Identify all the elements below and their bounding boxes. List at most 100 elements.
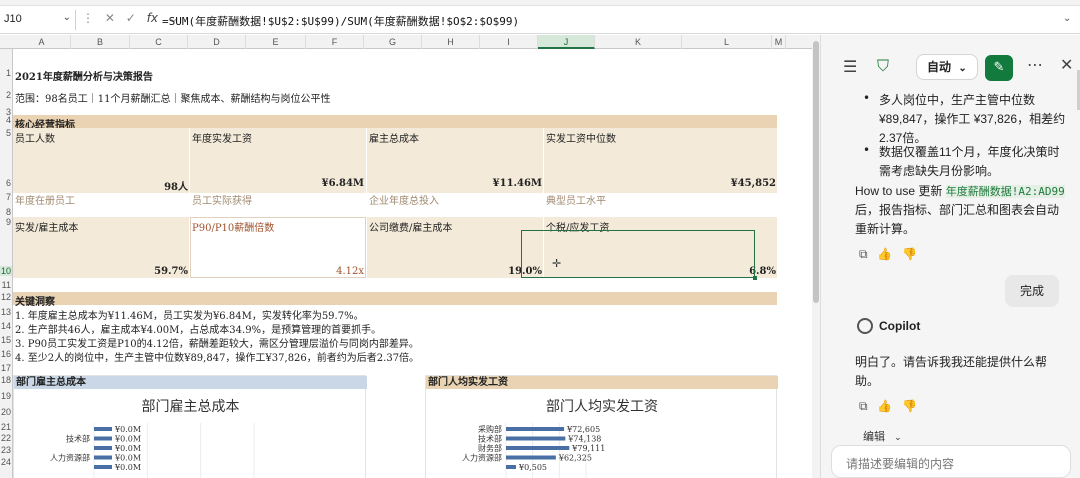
confirm-icon[interactable]: ✓ [126, 11, 136, 25]
bar [94, 427, 112, 431]
kpi-label: 雇主总成本 [369, 134, 419, 145]
row-header-20[interactable]: 20 [0, 407, 12, 417]
row-header-4[interactable]: 4 [0, 115, 12, 125]
category-label: 采购部 [478, 424, 502, 434]
column-header-a[interactable]: A [13, 35, 71, 49]
insight-line[interactable]: 2. 生产部共46人，雇主成本¥4.00M，占总成本34.9%，是预算管理的首要… [15, 321, 381, 336]
more-options-icon[interactable]: ⋮ [82, 11, 94, 25]
row-header-24[interactable]: 24 [0, 457, 12, 467]
formula-input[interactable]: =SUM(年度薪酬数据!$U$2:$U$99)/SUM(年度薪酬数据!$O$2:… [162, 13, 519, 29]
insert-function-icon[interactable]: fx [147, 11, 158, 25]
insight-line[interactable]: 4. 至少2人的岗位中，生产主管中位数¥89,847，操作工¥37,826，前者… [15, 349, 419, 364]
formula-bar: J10 ⌄ ⋮ ✕ ✓ fx ⌄ =SUM(年度薪酬数据!$U$2:$U$99)… [0, 6, 1080, 34]
kpi-value: 98人 [164, 182, 188, 193]
column-header-k[interactable]: K [595, 35, 682, 49]
column-header-c[interactable]: C [130, 35, 188, 49]
copy-icon[interactable]: ⧉ [859, 399, 868, 413]
row-header-18[interactable]: 18 [0, 375, 12, 385]
row-header-21[interactable]: 21 [0, 422, 12, 432]
chart-dept-employer-cost[interactable]: 部门雇主总成本 部门雇主总成本 ¥0.0M ¥0.0M 技术部 ¥0.0M ¥0.0M 人… [13, 375, 367, 478]
data-label: ¥0.0M [114, 435, 141, 444]
edit-mode-dropdown[interactable]: 编辑 ⌄ [863, 428, 902, 444]
row-header-5[interactable]: 5 [0, 128, 12, 138]
thumbs-down-icon[interactable]: 👎 [902, 399, 917, 413]
row-header-10[interactable]: 10 [0, 266, 12, 276]
vertical-scrollbar[interactable] [812, 35, 820, 478]
fill-handle[interactable] [753, 276, 757, 280]
bar [506, 465, 516, 469]
name-box[interactable]: J10 ⌄ [0, 10, 76, 30]
menu-icon[interactable]: ☰ [843, 57, 857, 76]
thumbs-down-icon[interactable]: 👎 [902, 247, 917, 261]
new-chat-button[interactable]: ✎ [985, 55, 1013, 81]
row-header-15[interactable]: 15 [0, 335, 12, 345]
chart-dept-avg-net-pay[interactable]: 部门人均实发工资 部门人均实发工资 ¥72,605 采购部 ¥74,138 技术部 ¥7… [425, 375, 778, 478]
spreadsheet-grid[interactable]: ABCDEFGHIJKLM 1 2 3 4 5 6 7 8 9 10 11 12 13 14 15 16 17 1… [0, 35, 812, 478]
thumbs-up-icon[interactable]: 👍 [877, 247, 892, 261]
row-header-11[interactable]: 11 [0, 280, 12, 290]
column-header-i[interactable]: I [480, 35, 538, 49]
bullet-dot: • [863, 143, 871, 157]
howto-suffix: 后，报告指标、部门汇总和图表会自动重新计算。 [855, 203, 1060, 236]
cancel-icon[interactable]: ✕ [105, 11, 115, 25]
more-options-icon[interactable]: ⋯ [1027, 55, 1043, 74]
expand-formula-icon[interactable]: ⌄ [1063, 13, 1071, 24]
kpi-value: ¥11.46M [492, 178, 542, 189]
done-message-bubble: 完成 [1005, 275, 1059, 307]
insights-section-title[interactable]: 关键洞察 [15, 293, 55, 308]
row-header-2[interactable]: 2 [0, 90, 12, 100]
cursor-cross-icon: ✛ [552, 257, 562, 270]
chevron-down-icon: ⌄ [894, 432, 902, 442]
data-label: ¥0.0M [114, 463, 141, 472]
selected-cell-outline[interactable] [521, 230, 755, 278]
data-range-link[interactable]: 年度薪酬数据!A2:AD99 [945, 185, 1065, 198]
column-header-j[interactable]: J [538, 35, 595, 49]
column-header-h[interactable]: H [422, 35, 480, 49]
row-header-13[interactable]: 13 [0, 307, 12, 317]
row-header-14[interactable]: 14 [0, 321, 12, 331]
shield-check-icon[interactable]: ⛉ [877, 56, 889, 76]
row-header-16[interactable]: 16 [0, 349, 12, 359]
data-label: ¥79,111 [571, 444, 605, 453]
copy-icon[interactable]: ⧉ [859, 247, 868, 261]
row-header-8[interactable]: 8 [0, 207, 12, 217]
report-scope[interactable]: 范围：98名员工｜11个月薪酬汇总｜聚焦成本、薪酬结构与岗位公平性 [15, 90, 330, 105]
column-header-b[interactable]: B [71, 35, 130, 49]
scrollbar-thumb[interactable] [813, 41, 819, 303]
row-header-6[interactable]: 6 [0, 178, 12, 188]
data-label: ¥0.0M [114, 444, 141, 453]
row-header-23[interactable]: 23 [0, 445, 12, 455]
kpi-sub: 员工实际获得 [192, 196, 252, 207]
column-header-g[interactable]: G [364, 35, 422, 49]
data-label: ¥74,138 [567, 435, 601, 444]
column-header-bar: ABCDEFGHIJKLM [0, 35, 812, 49]
category-label: 技术部 [478, 434, 502, 444]
insights-section-bar [13, 292, 777, 305]
row-header-17[interactable]: 17 [0, 363, 12, 373]
insight-line[interactable]: 1. 年度雇主总成本为¥11.46M，员工实发为¥6.84M，实发转化率为59.… [15, 307, 364, 322]
column-header-e[interactable]: E [246, 35, 306, 49]
kpi-label: P90/P10薪酬倍数 [192, 223, 275, 234]
chevron-down-icon[interactable]: ⌄ [63, 12, 71, 23]
row-header-12[interactable]: 12 [0, 292, 12, 302]
insight-line[interactable]: 3. P90员工实发工资是P10的4.12倍，薪酬差距较大，需区分管理层溢价与同… [15, 335, 419, 350]
row-header-19[interactable]: 19 [0, 391, 12, 401]
prompt-input[interactable]: 请描述要编辑的内容 [831, 445, 1071, 478]
column-header-f[interactable]: F [306, 35, 364, 49]
column-header-m[interactable]: M [772, 35, 786, 49]
kpi-label: 公司缴费/雇主成本 [369, 223, 453, 234]
thumbs-up-icon[interactable]: 👍 [877, 399, 892, 413]
row-header-7[interactable]: 7 [0, 192, 12, 202]
kpi-value: ¥6.84M [321, 178, 364, 189]
mode-dropdown[interactable]: 自动 ⌄ [916, 54, 978, 80]
row-header-9[interactable]: 9 [0, 217, 12, 227]
column-header-d[interactable]: D [188, 35, 246, 49]
kpi-value: 59.7% [154, 266, 188, 277]
row-header-22[interactable]: 22 [0, 433, 12, 443]
row-header-1[interactable]: 1 [0, 68, 12, 78]
report-title[interactable]: 2021年度薪酬分析与决策报告 [15, 68, 153, 83]
column-header-l[interactable]: L [682, 35, 772, 49]
data-label: ¥72,605 [566, 425, 600, 434]
close-icon[interactable]: ✕ [1060, 55, 1073, 74]
mode-label: 自动 [927, 60, 952, 74]
